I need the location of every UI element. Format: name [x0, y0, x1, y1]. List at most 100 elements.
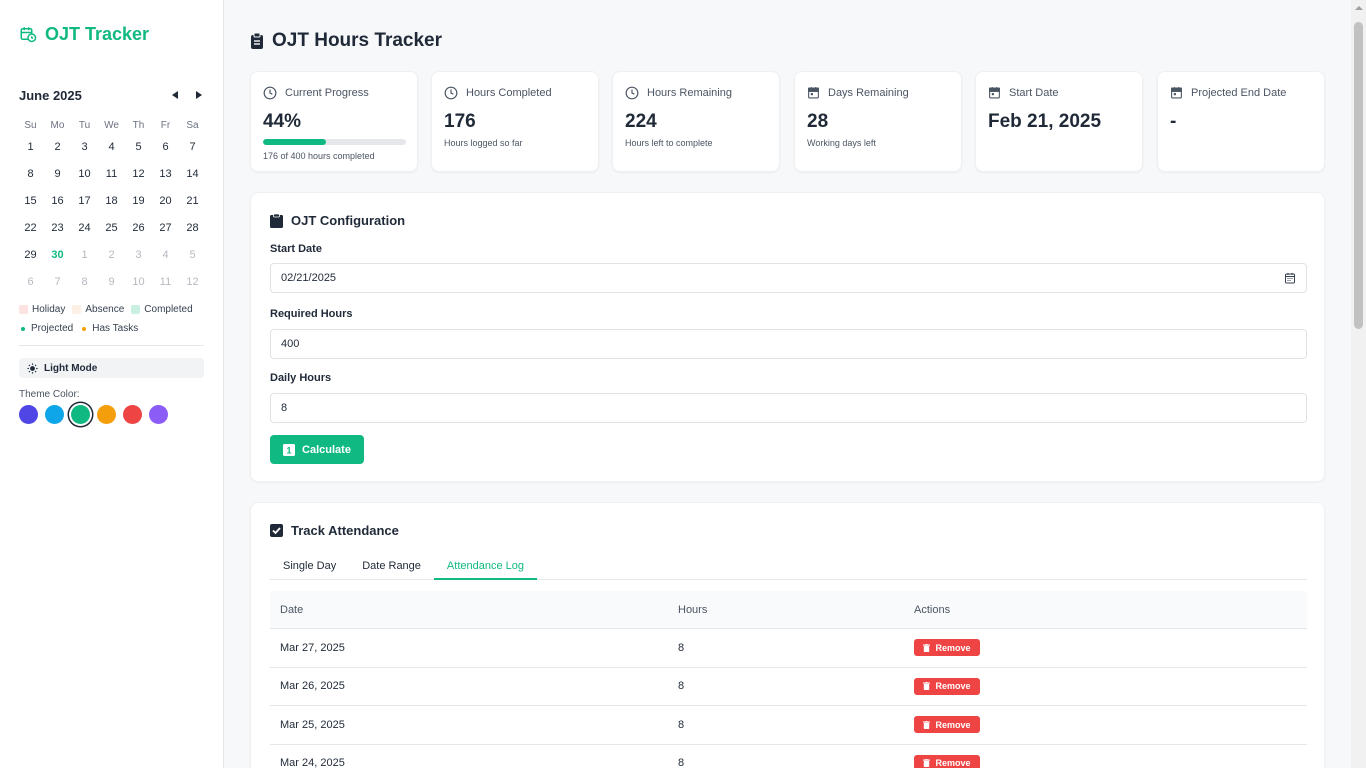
calendar-day[interactable]: 5 — [125, 134, 152, 161]
calendar-day[interactable]: 24 — [71, 215, 98, 242]
trash-icon — [923, 682, 931, 691]
brand[interactable]: OJT Tracker — [19, 22, 149, 46]
brand-name: OJT Tracker — [45, 23, 150, 44]
calendar-day[interactable]: 28 — [179, 215, 206, 242]
daily-hours-input[interactable] — [270, 393, 1307, 423]
calendar-day[interactable]: 30 — [44, 242, 71, 269]
calendar-day[interactable]: 3 — [71, 134, 98, 161]
calendar-nav — [170, 89, 204, 101]
remove-button[interactable]: Remove — [914, 754, 980, 768]
days-remaining-card: Days Remaining 28 Working days left — [794, 71, 962, 172]
calculate-button[interactable]: 1 Calculate — [270, 435, 364, 464]
calendar-day[interactable]: 18 — [98, 188, 125, 215]
calendar-day[interactable]: 7 — [179, 134, 206, 161]
calculate-button-label: Calculate — [302, 443, 351, 456]
ojt-configuration-panel: OJT Configuration Start Date Required Ho… — [250, 192, 1325, 482]
calendar-day[interactable]: 11 — [152, 269, 179, 296]
theme-color-swatch[interactable] — [123, 405, 142, 424]
calendar-day[interactable]: 10 — [125, 269, 152, 296]
theme-color-label: Theme Color: — [19, 389, 80, 400]
theme-color-swatch[interactable] — [19, 405, 38, 424]
remove-button[interactable]: Remove — [914, 677, 980, 695]
legend-has-tasks-label: Has Tasks — [92, 323, 139, 334]
remove-button-label: Remove — [935, 719, 971, 730]
calendar-day[interactable]: 16 — [44, 188, 71, 215]
calendar-legend: Holiday Absence Completed Projected Has … — [19, 300, 209, 338]
clock-icon — [444, 86, 458, 100]
tab-attendance-log[interactable]: Attendance Log — [433, 552, 537, 580]
scroll-up-arrow-icon[interactable] — [1355, 6, 1363, 10]
calendar-day[interactable]: 4 — [98, 134, 125, 161]
calendar-day[interactable]: 5 — [179, 242, 206, 269]
calendar-clock-icon — [20, 27, 37, 43]
calendar-day[interactable]: 2 — [98, 242, 125, 269]
remove-button[interactable]: Remove — [914, 716, 980, 734]
calendar-day[interactable]: 6 — [17, 269, 44, 296]
calendar-day[interactable]: 12 — [125, 161, 152, 188]
calendar-picker-icon[interactable] — [1284, 272, 1296, 284]
weekday-label: Fr — [160, 120, 171, 131]
light-mode-toggle[interactable]: Light Mode — [19, 358, 204, 378]
calendar-day[interactable]: 10 — [71, 161, 98, 188]
legend-holiday: Holiday — [19, 304, 65, 315]
clock-icon — [263, 86, 277, 100]
calendar-day[interactable]: 6 — [152, 134, 179, 161]
table-header: Date Hours Actions — [270, 591, 1307, 629]
calendar-day[interactable]: 4 — [152, 242, 179, 269]
calendar-day[interactable]: 2 — [44, 134, 71, 161]
row-date: Mar 27, 2025 — [280, 641, 345, 654]
calendar-icon — [808, 87, 819, 99]
table-row: Mar 27, 2025 8 Remove — [270, 629, 1307, 668]
calendar-day[interactable]: 20 — [152, 188, 179, 215]
calendar-day[interactable]: 9 — [44, 161, 71, 188]
weekday-label: Su — [24, 120, 37, 131]
tab-single-day[interactable]: Single Day — [270, 552, 349, 580]
weekday-label: Sa — [186, 120, 199, 131]
track-attendance-panel: Track Attendance Single Day Date Range A… — [250, 502, 1325, 768]
table-row: Mar 26, 2025 8 Remove — [270, 668, 1307, 706]
hours-completed-label: Hours Completed — [466, 87, 552, 99]
prev-month-button[interactable] — [170, 89, 180, 101]
next-month-button[interactable] — [194, 89, 204, 101]
legend-absence: Absence — [72, 304, 124, 315]
days-remaining-sub: Working days left — [807, 138, 876, 148]
calendar-day[interactable]: 21 — [179, 188, 206, 215]
table-row: Mar 25, 2025 8 Remove — [270, 706, 1307, 745]
calendar-day[interactable]: 26 — [125, 215, 152, 242]
scrollbar-thumb[interactable] — [1354, 22, 1363, 329]
calendar-day[interactable]: 29 — [17, 242, 44, 269]
calendar-day[interactable]: 14 — [179, 161, 206, 188]
calendar-day[interactable]: 15 — [17, 188, 44, 215]
weekday-label: Th — [132, 120, 145, 131]
remove-button[interactable]: Remove — [914, 639, 980, 657]
calendar-day[interactable]: 22 — [17, 215, 44, 242]
calendar-day[interactable]: 8 — [71, 269, 98, 296]
calendar-day[interactable]: 23 — [44, 215, 71, 242]
calendar-day[interactable]: 9 — [98, 269, 125, 296]
page-scrollbar[interactable] — [1351, 0, 1366, 768]
tab-date-range[interactable]: Date Range — [349, 552, 434, 580]
start-date-input[interactable] — [270, 263, 1307, 293]
theme-color-swatch[interactable] — [97, 405, 116, 424]
projected-end-label: Projected End Date — [1191, 86, 1287, 99]
theme-color-swatch[interactable] — [149, 405, 168, 424]
calendar-day[interactable]: 19 — [125, 188, 152, 215]
calendar-day[interactable]: 1 — [71, 242, 98, 269]
theme-color-swatch[interactable] — [45, 405, 64, 424]
legend-absence-label: Absence — [85, 304, 125, 315]
calendar-day[interactable]: 13 — [152, 161, 179, 188]
row-hours: 8 — [678, 757, 685, 768]
holiday-swatch — [19, 305, 28, 314]
calendar-day[interactable]: 7 — [44, 269, 71, 296]
legend-has-tasks: Has Tasks — [80, 323, 138, 334]
calendar-day[interactable]: 25 — [98, 215, 125, 242]
calendar-day[interactable]: 1 — [17, 134, 44, 161]
calendar-day[interactable]: 8 — [17, 161, 44, 188]
calendar-day[interactable]: 3 — [125, 242, 152, 269]
calendar-day[interactable]: 11 — [98, 161, 125, 188]
calendar-day[interactable]: 17 — [71, 188, 98, 215]
theme-color-swatch[interactable] — [71, 405, 90, 424]
calendar-day[interactable]: 12 — [179, 269, 206, 296]
required-hours-input[interactable] — [270, 329, 1307, 359]
calendar-day[interactable]: 27 — [152, 215, 179, 242]
